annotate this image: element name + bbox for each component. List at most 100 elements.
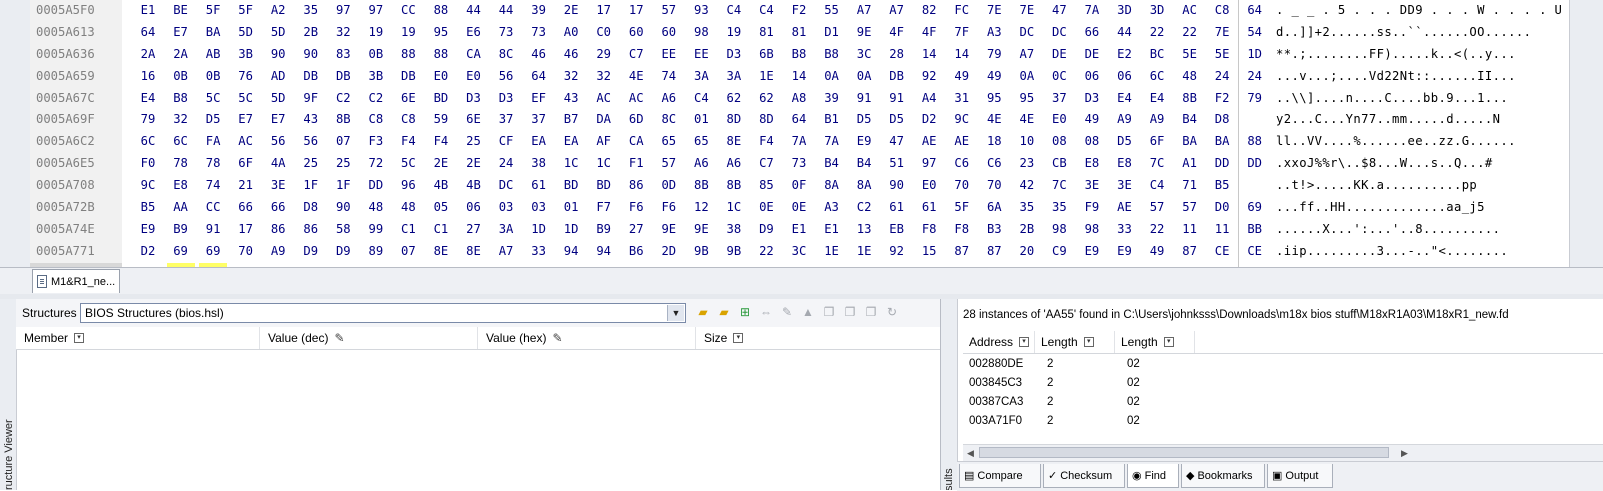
hex-byte[interactable]: 11: [1176, 219, 1204, 241]
hex-row-bytes[interactable]: 16 0B 0B 76 AD DB DB 3B DB E0 E0 56 64 32 32 4E 74 3A 3A 1E…: [134, 66, 1274, 88]
hex-byte[interactable]: 03: [525, 197, 553, 219]
open-folder-icon[interactable]: ▰: [694, 303, 712, 321]
hex-byte[interactable]: E1: [785, 219, 813, 241]
hex-byte[interactable]: 47: [883, 131, 911, 153]
hex-byte[interactable]: A1: [1176, 153, 1204, 175]
copy-dec-icon[interactable]: ❐: [862, 303, 880, 321]
hex-byte[interactable]: 5F: [232, 0, 260, 22]
hex-byte[interactable]: 44: [460, 0, 488, 22]
hex-byte[interactable]: 57: [1143, 197, 1171, 219]
hex-byte[interactable]: 05: [427, 197, 455, 219]
hex-byte[interactable]: C6: [948, 153, 976, 175]
hex-byte[interactable]: 65: [687, 131, 715, 153]
hex-byte[interactable]: B8: [785, 44, 813, 66]
hex-byte[interactable]: AE: [1111, 197, 1139, 219]
hex-byte[interactable]: EF: [525, 88, 553, 110]
copy-hex-icon[interactable]: ❐: [841, 303, 859, 321]
hex-byte[interactable]: 4F: [915, 22, 943, 44]
hex-byte[interactable]: D3: [720, 44, 748, 66]
hex-byte[interactable]: 1D: [557, 219, 585, 241]
hex-byte[interactable]: 72: [362, 153, 390, 175]
scroll-thumb[interactable]: [979, 447, 1389, 458]
hex-row-bytes[interactable]: E9 B9 91 17 86 86 58 99 C1 C1 27 3A 1D 1D B9 27 9E 9E 38 D9…: [134, 219, 1274, 241]
hex-byte[interactable]: B3: [980, 219, 1008, 241]
hex-byte[interactable]: C7: [622, 44, 650, 66]
hex-byte[interactable]: 27: [460, 219, 488, 241]
hex-byte[interactable]: 97: [915, 153, 943, 175]
hex-byte[interactable]: 6C: [134, 131, 162, 153]
hex-byte[interactable]: C1: [394, 219, 422, 241]
hex-byte[interactable]: 3A: [687, 66, 715, 88]
hex-byte[interactable]: 2B: [297, 22, 325, 44]
hex-byte[interactable]: 0B: [362, 44, 390, 66]
hex-byte[interactable]: 70: [232, 241, 260, 263]
hex-byte[interactable]: 8B: [1176, 88, 1204, 110]
hex-byte[interactable]: FC: [948, 0, 976, 22]
hex-byte[interactable]: E0: [1045, 109, 1073, 131]
hex-byte[interactable]: BC: [1143, 44, 1171, 66]
hex-byte[interactable]: 25: [329, 153, 357, 175]
hex-byte[interactable]: E9: [850, 131, 878, 153]
hex-byte[interactable]: A0: [557, 22, 585, 44]
column-address[interactable]: Address ▾: [963, 331, 1035, 353]
hex-byte[interactable]: 6F: [1143, 131, 1171, 153]
hex-byte[interactable]: 4B: [427, 175, 455, 197]
hex-byte[interactable]: D2: [134, 241, 162, 263]
hex-byte[interactable]: 3B: [362, 66, 390, 88]
hex-row-bytes[interactable]: 79 32 D5 E7 E7 43 8B C8 C8 59 6E 37 37 B7 DA 6D 8C 01 8D 8D…: [134, 109, 1274, 131]
hex-byte[interactable]: 95: [980, 88, 1008, 110]
hex-byte[interactable]: A6: [655, 88, 683, 110]
hex-byte[interactable]: F2: [1208, 88, 1236, 110]
hex-byte[interactable]: E7: [264, 109, 292, 131]
hex-byte[interactable]: 39: [525, 0, 553, 22]
hex-byte[interactable]: 90: [297, 44, 325, 66]
hex-byte[interactable]: 76: [232, 66, 260, 88]
hex-byte[interactable]: 87: [1176, 241, 1204, 263]
hex-byte[interactable]: 78: [167, 153, 195, 175]
hex-byte[interactable]: F6: [622, 197, 650, 219]
hex-byte[interactable]: 1E: [818, 241, 846, 263]
hex-byte[interactable]: 94: [557, 241, 585, 263]
hex-byte[interactable]: 70: [948, 175, 976, 197]
hex-byte[interactable]: 08: [1045, 131, 1073, 153]
hex-byte[interactable]: 88: [427, 44, 455, 66]
hex-byte[interactable]: 69: [199, 241, 227, 263]
hex-byte[interactable]: 7F: [948, 22, 976, 44]
hex-byte[interactable]: 85: [752, 175, 780, 197]
hex-byte[interactable]: 88: [427, 0, 455, 22]
column-size[interactable]: Size ▾: [696, 327, 940, 349]
hex-byte[interactable]: 06: [1078, 66, 1106, 88]
hex-byte[interactable]: 5C: [199, 88, 227, 110]
hex-byte[interactable]: 6C: [1143, 66, 1171, 88]
column-filter-icon[interactable]: ▾: [1083, 337, 1094, 347]
hex-row[interactable]: 0005A69F 79 32 D5 E7 E7 43 8B C8 C8 59 6E 37 37 B7 DA 6D…: [30, 109, 1570, 132]
column-member[interactable]: Member ▾: [16, 327, 260, 349]
hex-byte[interactable]: 91: [199, 219, 227, 241]
hex-byte[interactable]: B7: [557, 109, 585, 131]
hex-byte[interactable]: 56: [264, 131, 292, 153]
hex-byte[interactable]: CA: [460, 44, 488, 66]
hex-byte[interactable]: 10: [1013, 131, 1041, 153]
result-row[interactable]: 002880DE 2 02: [963, 355, 1603, 374]
hex-byte[interactable]: 20: [1013, 241, 1041, 263]
hex-byte[interactable]: 16: [134, 66, 162, 88]
hex-byte[interactable]: 07: [394, 241, 422, 263]
results-tab-checksum[interactable]: ✓ Checksum: [1043, 464, 1125, 488]
hex-byte[interactable]: AF: [590, 131, 618, 153]
hex-row-ascii[interactable]: d..]]+2......ss..``......OO......: [1268, 22, 1576, 44]
hex-byte[interactable]: D5: [199, 109, 227, 131]
hex-byte[interactable]: 0A: [850, 66, 878, 88]
hex-byte[interactable]: 57: [655, 153, 683, 175]
hex-byte[interactable]: 7A: [1078, 0, 1106, 22]
hex-byte[interactable]: 48: [1176, 66, 1204, 88]
column-filter-icon[interactable]: ▾: [74, 333, 85, 343]
hex-byte[interactable]: 08: [1078, 131, 1106, 153]
hex-byte[interactable]: 96: [394, 175, 422, 197]
hex-byte[interactable]: D5: [883, 109, 911, 131]
hex-row-bytes[interactable]: E1 BE 5F 5F A2 35 97 97 CC 88 44 44 39 2E 17 17 57 93 C4 C4…: [134, 0, 1274, 22]
hex-byte[interactable]: 6E: [460, 109, 488, 131]
hex-byte[interactable]: 3D: [1111, 0, 1139, 22]
hex-byte[interactable]: 4A: [264, 153, 292, 175]
hex-byte[interactable]: 8A: [850, 175, 878, 197]
hex-byte[interactable]: EA: [525, 131, 553, 153]
